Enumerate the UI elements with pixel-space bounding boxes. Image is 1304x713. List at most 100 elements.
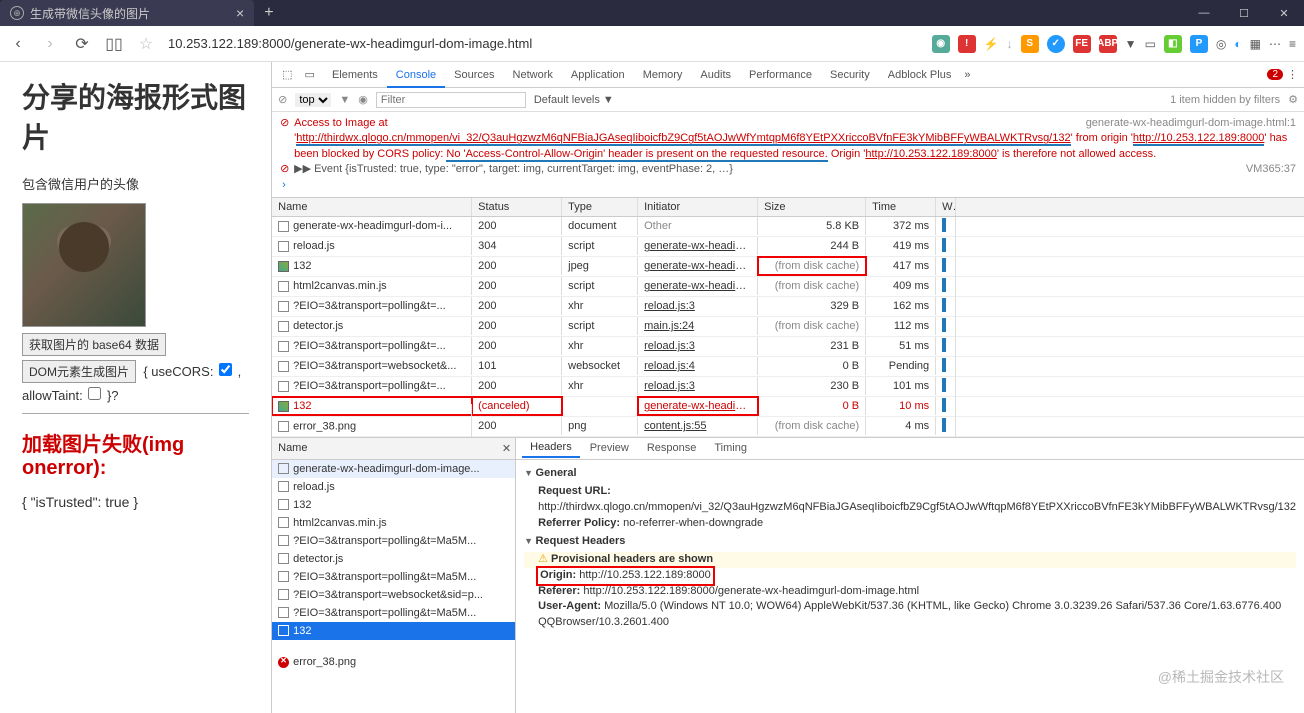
dom-to-image-button[interactable]: DOM元素生成图片 [22, 360, 136, 383]
request-item[interactable]: reload.js [272, 478, 515, 496]
console-output: generate-wx-headimgurl-dom-image.html:1 … [272, 112, 1304, 197]
request-headers-section[interactable]: Request Headers [524, 532, 1296, 552]
network-row[interactable]: generate-wx-headimgurl-dom-i...200docume… [272, 217, 1304, 237]
devtools-tab-security[interactable]: Security [821, 64, 879, 86]
url-input[interactable]: 10.253.122.189:8000/generate-wx-headimgu… [168, 36, 920, 51]
network-row[interactable]: ?EIO=3&transport=polling&t=...200xhrrelo… [272, 297, 1304, 317]
ext-icon[interactable]: FE [1073, 35, 1091, 53]
devtools-tab-application[interactable]: Application [562, 64, 634, 86]
forward-button[interactable]: › [40, 34, 60, 54]
col-name[interactable]: Name [272, 198, 472, 216]
ext-icon[interactable]: ◧ [1164, 35, 1182, 53]
clear-icon[interactable]: ⊘ [278, 93, 287, 106]
ext-icon[interactable]: ! [958, 35, 976, 53]
col-type[interactable]: Type [562, 198, 638, 216]
eye-icon[interactable]: ◉ [358, 93, 368, 106]
request-item[interactable]: error_38.png [272, 640, 515, 685]
request-list-header: Name ✕ [272, 438, 515, 460]
col-initiator[interactable]: Initiator [638, 198, 758, 216]
back-button[interactable]: ‹ [8, 34, 28, 54]
request-item[interactable]: html2canvas.min.js [272, 514, 515, 532]
devtools-tab-performance[interactable]: Performance [740, 64, 821, 86]
network-rows: generate-wx-headimgurl-dom-i...200docume… [272, 217, 1304, 437]
network-row[interactable]: ?EIO=3&transport=polling&t=...200xhrrelo… [272, 377, 1304, 397]
request-item[interactable]: 132 [272, 496, 515, 514]
ext-icon[interactable]: ◎ [1216, 37, 1226, 51]
request-tab-response[interactable]: Response [639, 439, 705, 457]
more-icon[interactable]: » [964, 69, 970, 81]
menu-icon[interactable]: ≡ [1289, 37, 1296, 51]
minimize-button[interactable]: — [1184, 0, 1224, 26]
request-tab-headers[interactable]: Headers [522, 438, 580, 458]
new-tab-button[interactable]: + [254, 4, 283, 22]
ext-icon[interactable]: ▼ [1125, 37, 1137, 51]
allowtaint-checkbox[interactable] [88, 387, 101, 400]
devtools-tab-audits[interactable]: Audits [691, 64, 740, 86]
page-subtitle: 包含微信用户的头像 [22, 174, 249, 193]
globe-icon: ⊕ [10, 6, 24, 20]
request-tab-timing[interactable]: Timing [706, 439, 755, 457]
close-icon[interactable]: × [236, 5, 244, 21]
devtools-tab-memory[interactable]: Memory [634, 64, 692, 86]
ext-icon[interactable]: ◐ [1234, 37, 1241, 51]
star-icon[interactable]: ☆ [136, 34, 156, 54]
general-section[interactable]: General [524, 464, 1296, 484]
console-event[interactable]: VM365:37 ▶▶ Event {isTrusted: true, type… [280, 162, 1296, 177]
network-row[interactable]: 132200jpeggenerate-wx-headim...(from dis… [272, 257, 1304, 277]
filter-input[interactable] [376, 92, 526, 108]
device-icon[interactable]: ▭ [301, 68, 319, 81]
context-select[interactable]: top [295, 93, 331, 107]
console-error: generate-wx-headimgurl-dom-image.html:1 … [280, 116, 1296, 162]
network-row[interactable]: ?EIO=3&transport=websocket&...101websock… [272, 357, 1304, 377]
ext-icon[interactable]: ↓ [1007, 37, 1013, 51]
maximize-button[interactable]: ☐ [1224, 0, 1264, 26]
ext-icon[interactable]: ⚡ [984, 37, 999, 51]
ext-icon[interactable]: ✓ [1047, 35, 1065, 53]
levels-select[interactable]: Default levels ▼ [534, 94, 614, 106]
reload-button[interactable]: ⟳ [72, 34, 92, 54]
request-item[interactable]: 132 [272, 622, 515, 640]
reader-icon[interactable]: ▯▯ [104, 34, 124, 54]
request-item[interactable]: ?EIO=3&transport=websocket&sid=p... [272, 586, 515, 604]
request-item[interactable]: ?EIO=3&transport=polling&t=Ma5M... [272, 532, 515, 550]
col-time[interactable]: Time [866, 198, 936, 216]
settings-icon[interactable]: ⋮ [1287, 68, 1298, 81]
col-waterfall[interactable]: W [936, 198, 956, 216]
request-list: Name ✕ generate-wx-headimgurl-dom-image.… [272, 438, 516, 713]
console-prompt[interactable]: › [280, 178, 1296, 193]
ext-icon[interactable]: ABP [1099, 35, 1117, 53]
usecors-checkbox[interactable] [219, 363, 232, 376]
devtools-tab-console[interactable]: Console [387, 64, 445, 88]
browser-tab[interactable]: ⊕ 生成带微信头像的图片 × [0, 0, 254, 26]
devtools-tab-network[interactable]: Network [504, 64, 562, 86]
request-item[interactable]: ?EIO=3&transport=polling&t=Ma5M... [272, 604, 515, 622]
devtools-tab-adblock plus[interactable]: Adblock Plus [879, 64, 961, 86]
ext-icon[interactable]: P [1190, 35, 1208, 53]
inspect-icon[interactable]: ⬚ [278, 68, 296, 81]
col-status[interactable]: Status [472, 198, 562, 216]
ext-icon[interactable]: ▦ [1250, 37, 1261, 51]
close-button[interactable]: ✕ [1264, 0, 1304, 26]
ext-icon[interactable]: ⋯ [1269, 37, 1281, 51]
request-item[interactable]: detector.js [272, 550, 515, 568]
col-size[interactable]: Size [758, 198, 866, 216]
network-row[interactable]: error_38.png200pngcontent.js:55(from dis… [272, 417, 1304, 437]
close-icon[interactable]: ✕ [502, 442, 511, 455]
watermark: @稀土掘金技术社区 [1158, 667, 1284, 687]
get-base64-button[interactable]: 获取图片的 base64 数据 [22, 333, 166, 356]
request-item[interactable]: generate-wx-headimgurl-dom-image... [272, 460, 515, 478]
network-row[interactable]: detector.js200scriptmain.js:24(from disk… [272, 317, 1304, 337]
error-source[interactable]: generate-wx-headimgurl-dom-image.html:1 [1086, 116, 1296, 131]
devtools-tab-elements[interactable]: Elements [323, 64, 387, 86]
request-item[interactable]: ?EIO=3&transport=polling&t=Ma5M... [272, 568, 515, 586]
devtools-tab-sources[interactable]: Sources [445, 64, 503, 86]
error-count-badge[interactable]: 2 [1267, 69, 1283, 80]
network-row[interactable]: reload.js304scriptgenerate-wx-headim...2… [272, 237, 1304, 257]
network-row[interactable]: html2canvas.min.js200scriptgenerate-wx-h… [272, 277, 1304, 297]
ext-icon[interactable]: ▭ [1145, 37, 1156, 51]
network-row[interactable]: ?EIO=3&transport=polling&t=...200xhrrelo… [272, 337, 1304, 357]
request-tab-preview[interactable]: Preview [582, 439, 637, 457]
ext-icon[interactable]: S [1021, 35, 1039, 53]
ext-icon[interactable]: ◉ [932, 35, 950, 53]
gear-icon[interactable]: ⚙ [1288, 93, 1298, 106]
